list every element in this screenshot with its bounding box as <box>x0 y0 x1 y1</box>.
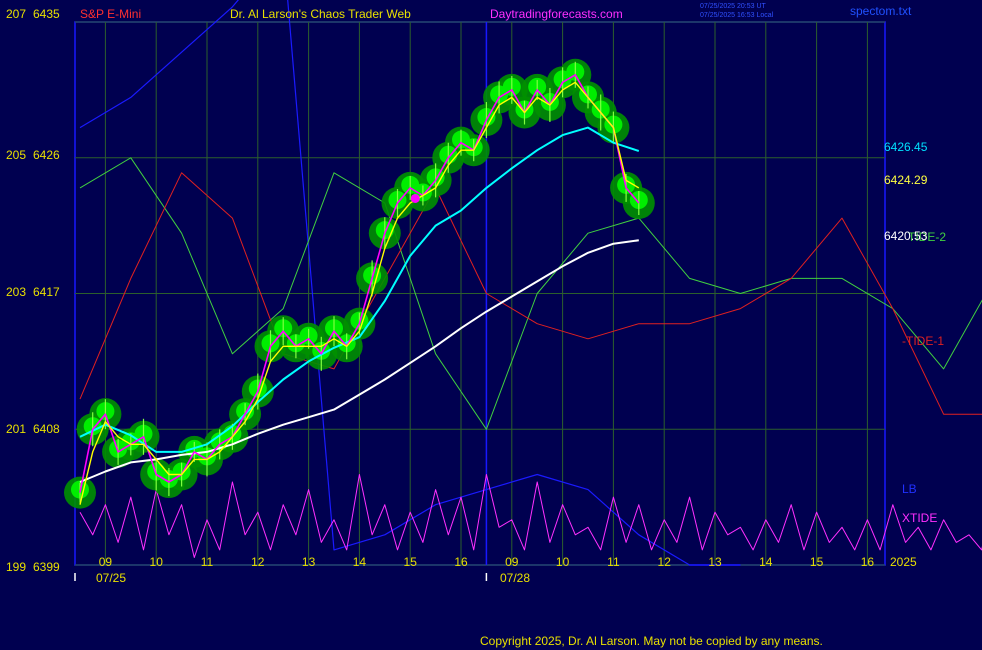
xtide-label: XTIDE <box>902 511 937 525</box>
chart-axes: 09 10 11 12 13 14 15 16 09 10 11 12 13 14 15 16 <box>74 555 875 581</box>
x-hour-tick: 14 <box>353 555 367 569</box>
x-hour-tick: 09 <box>99 555 113 569</box>
y-left-tick: 203 <box>6 285 26 299</box>
file-name: spectom.txt <box>850 4 912 18</box>
x-hour-tick: 10 <box>150 555 164 569</box>
x-hour-tick: 16 <box>861 555 875 569</box>
buy-signal-dot <box>410 193 420 203</box>
y-left-tick: 207 <box>6 7 26 21</box>
x-hour-tick: 13 <box>708 555 722 569</box>
x-hour-tick: 13 <box>302 555 316 569</box>
x-hour-tick: 09 <box>505 555 519 569</box>
lb-label: LB <box>902 482 917 496</box>
mid-avg-value: 6426.45 <box>884 140 928 154</box>
session-date-label: 07/28 <box>500 571 530 585</box>
x-hour-tick: 16 <box>454 555 468 569</box>
slow-avg-value: 6420.53 <box>884 229 928 243</box>
x-hour-tick: 12 <box>251 555 265 569</box>
y-right-tick: 6435 <box>33 7 60 21</box>
session-date-label: 07/25 <box>96 571 126 585</box>
chart-grid <box>74 21 886 566</box>
x-hour-tick: 11 <box>201 555 214 569</box>
year-label: 2025 <box>890 555 917 569</box>
chaos-chart: 09 10 11 12 13 14 15 16 09 10 11 12 13 14 15 16 207 643… <box>6 0 982 585</box>
fast-avg-value: 6424.29 <box>884 173 928 187</box>
y-right-tick: 6426 <box>33 148 60 162</box>
x-hour-tick: 10 <box>556 555 570 569</box>
y-left-tick: 201 <box>6 422 26 436</box>
copyright-notice: Copyright 2025, Dr. Al Larson. May not b… <box>480 634 823 648</box>
y-left-tick: 205 <box>6 148 26 162</box>
y-right-tick: 6408 <box>33 422 60 436</box>
chart-series <box>64 0 982 566</box>
chart-title: Dr. Al Larson's Chaos Trader Web <box>230 7 411 21</box>
x-hour-tick: 15 <box>810 555 824 569</box>
y-right-tick: 6417 <box>33 285 60 299</box>
y-left-tick: 199 <box>6 560 26 574</box>
x-hour-tick: 15 <box>404 555 418 569</box>
timestamp-local: 07/25/2025 16:53 Local <box>700 12 774 19</box>
x-hour-tick: 11 <box>607 555 620 569</box>
timestamp-ut: 07/25/2025 20:53 UT <box>700 3 766 10</box>
site-link[interactable]: Daytradingforecasts.com <box>490 7 623 21</box>
x-hour-tick: 12 <box>658 555 672 569</box>
x-hour-tick: 14 <box>759 555 773 569</box>
tide1-label: -TIDE-1 <box>902 334 944 348</box>
symbol-title: S&P E-Mini <box>80 7 141 21</box>
xtide-line <box>79 474 982 558</box>
y-right-tick: 6399 <box>33 560 60 574</box>
